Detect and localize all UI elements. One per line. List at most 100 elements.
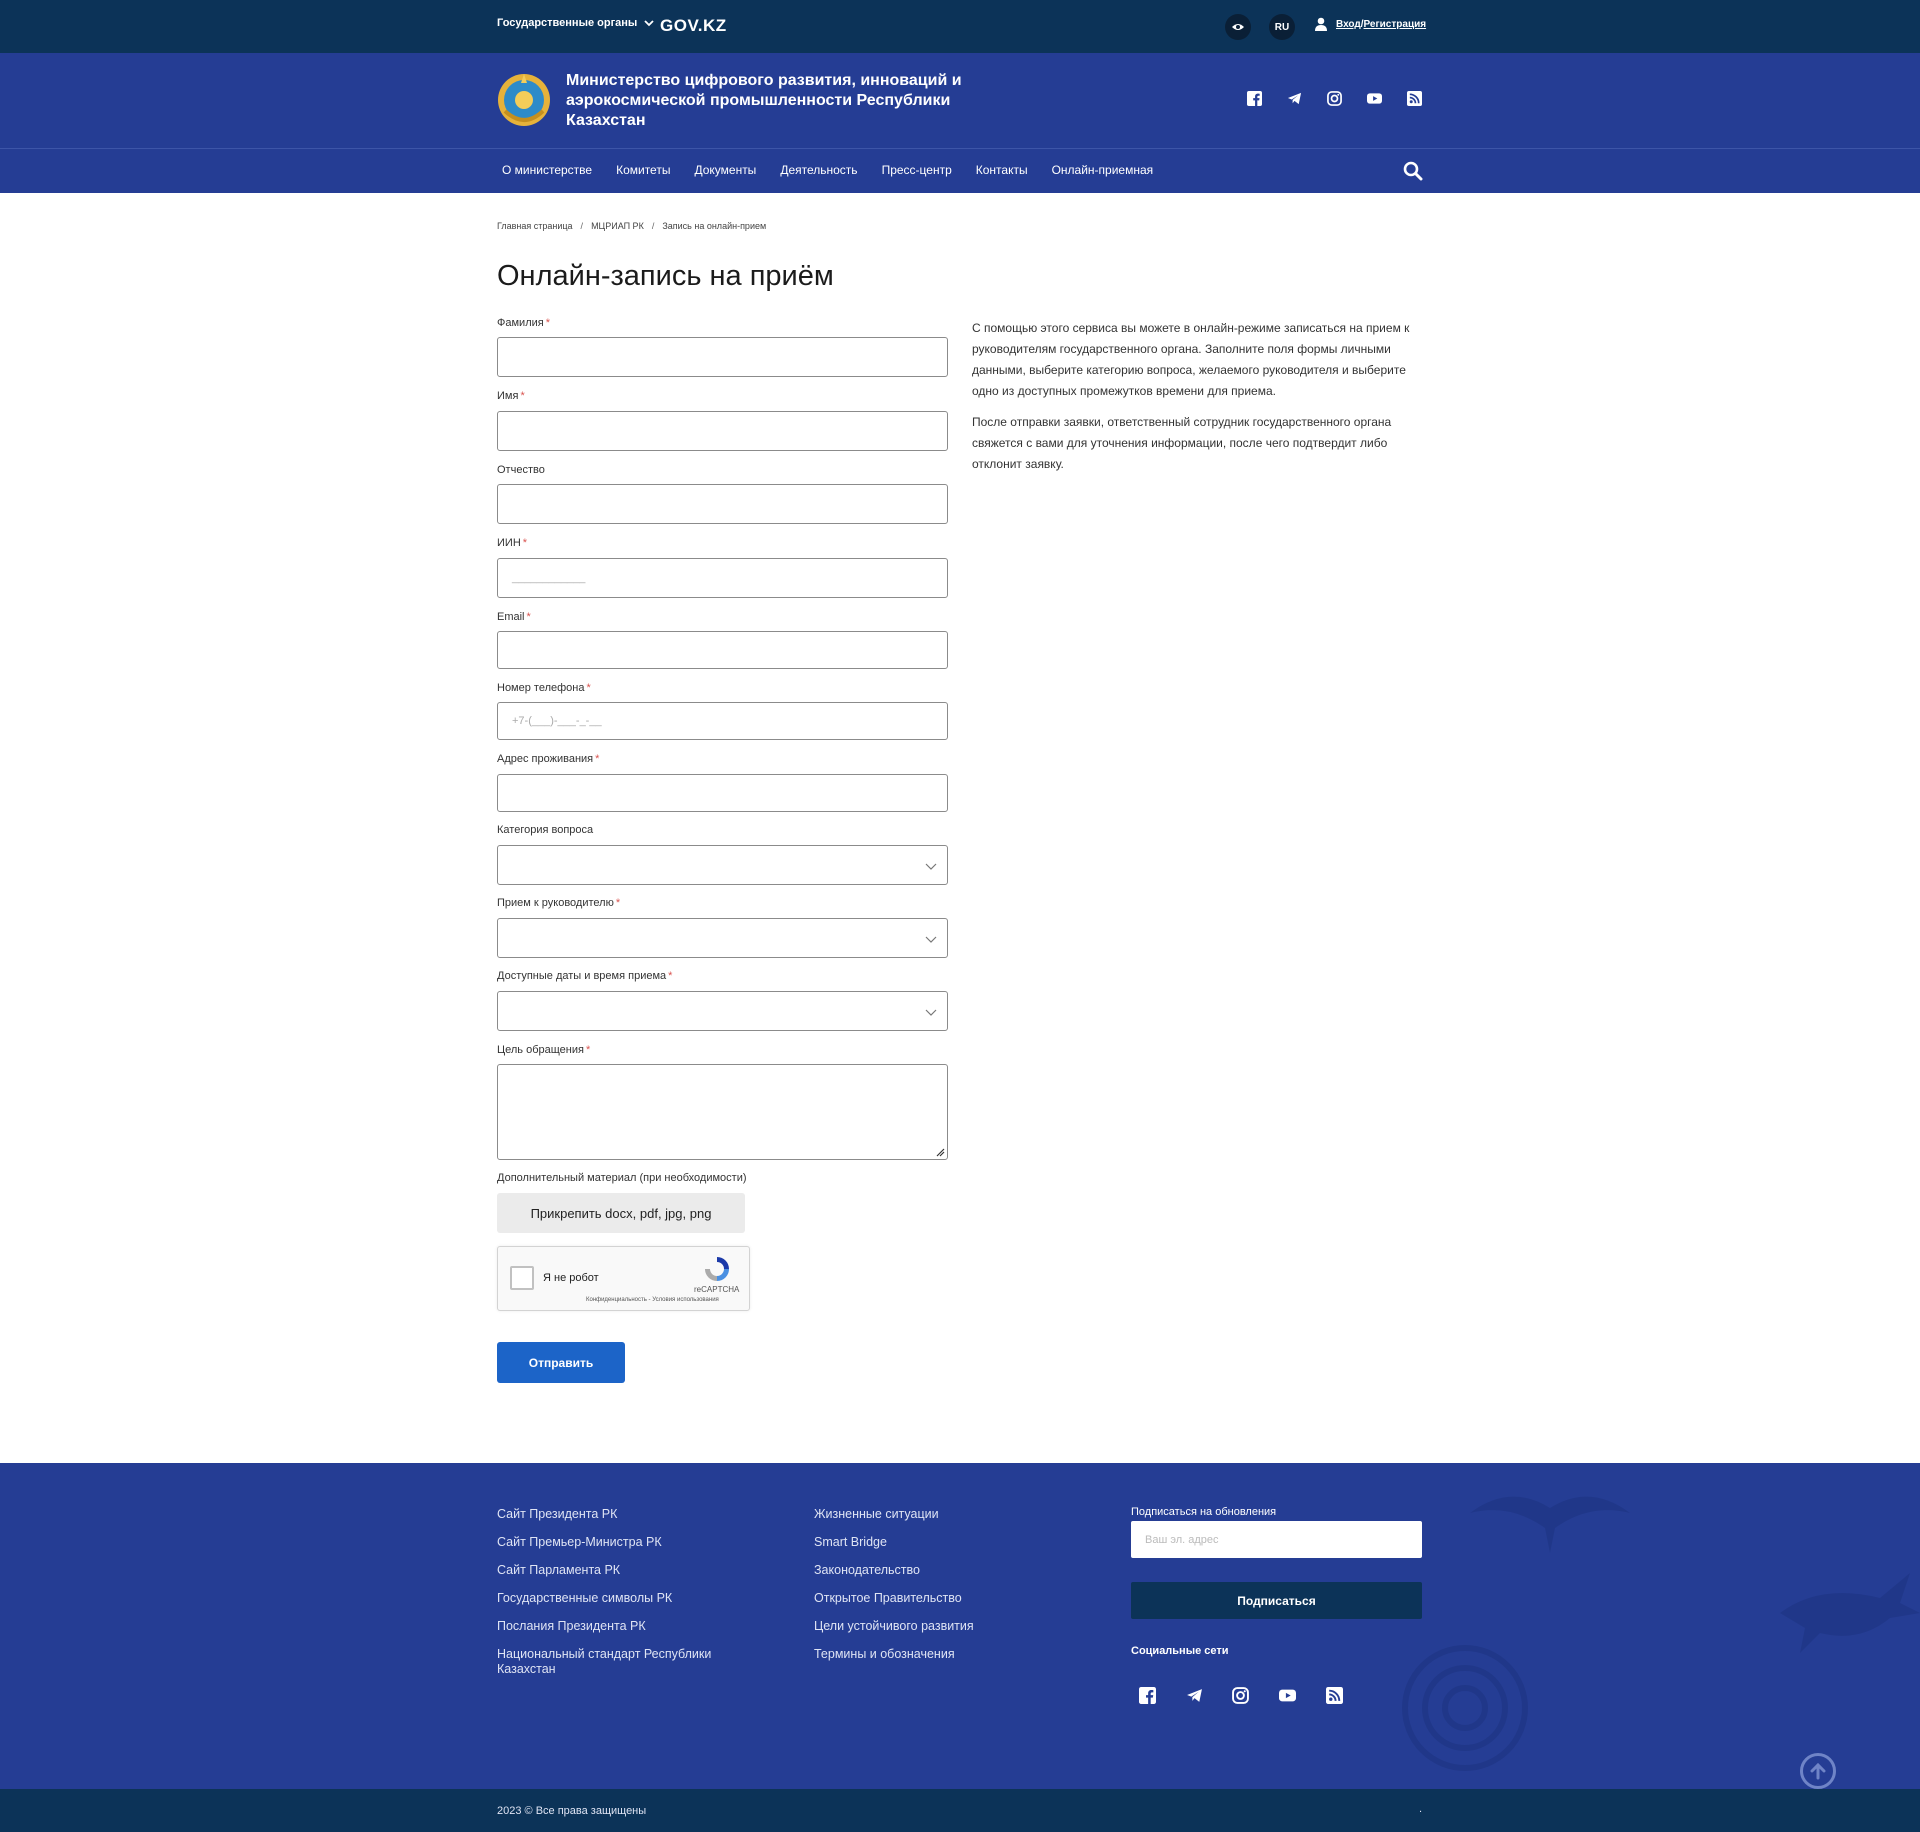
breadcrumb-home[interactable]: Главная страница (497, 221, 573, 231)
footer-link[interactable]: Smart Bridge (814, 1535, 1094, 1550)
attach-file-button[interactable]: Прикрепить docx, pdf, jpg, png (497, 1193, 745, 1233)
language-button[interactable]: RU (1269, 14, 1295, 40)
scroll-to-top-button[interactable] (1800, 1753, 1836, 1789)
gov-organs-label: Государственные органы (497, 17, 638, 29)
nav-item-about[interactable]: О министерстве (502, 163, 592, 177)
email-input[interactable] (497, 631, 948, 669)
telegram-link[interactable] (1283, 87, 1305, 109)
footer-link[interactable]: Цели устойчивого развития (814, 1619, 1094, 1634)
info-text: С помощью этого сервиса вы можете в онла… (972, 318, 1422, 485)
submit-button[interactable]: Отправить (497, 1342, 625, 1383)
decor-bird-icon (1470, 1496, 1630, 1553)
address-input[interactable] (497, 774, 948, 812)
youtube-link[interactable] (1363, 87, 1385, 109)
surname-label: Фамилия * (497, 317, 550, 329)
footer-link[interactable]: Жизненные ситуации (814, 1507, 1094, 1522)
govkz-logo[interactable]: GOV.KZ (660, 16, 727, 36)
arrow-up-icon (1810, 1762, 1826, 1780)
telegram-icon (1287, 92, 1301, 104)
footer-link[interactable]: Открытое Правительство (814, 1591, 1094, 1606)
footer-link[interactable]: Сайт Премьер-Министра РК (497, 1535, 777, 1550)
rss-link[interactable] (1403, 87, 1425, 109)
nav-item-online-reception[interactable]: Онлайн-приемная (1052, 163, 1154, 177)
footer-telegram-link[interactable] (1183, 1684, 1205, 1706)
patronymic-input[interactable] (497, 484, 948, 524)
footer-col-1: Сайт Президента РК Сайт Премьер-Министра… (497, 1507, 777, 1690)
email-label: Email * (497, 611, 531, 623)
instagram-link[interactable] (1323, 87, 1345, 109)
leader-select[interactable] (497, 918, 948, 958)
accessibility-button[interactable] (1225, 14, 1251, 40)
phone-placeholder: +7-(___)-___-_-__ (512, 715, 602, 727)
patronymic-label: Отчество (497, 464, 545, 476)
resize-handle-icon[interactable] (935, 1147, 945, 1157)
ministry-name[interactable]: Министерство цифрового развития, инновац… (566, 71, 986, 131)
chevron-down-icon (925, 936, 937, 943)
rss-icon (1325, 1686, 1343, 1704)
footer-link[interactable]: Термины и обозначения (814, 1647, 1094, 1662)
address-label: Адрес проживания * (497, 753, 600, 765)
breadcrumb-current: Запись на онлайн-прием (662, 221, 767, 231)
chevron-down-icon (925, 863, 937, 870)
emblem-icon[interactable] (497, 71, 551, 129)
breadcrumb-separator: / (651, 221, 655, 231)
social-networks-label: Социальные сети (1131, 1645, 1229, 1657)
bottom-bar: 2023 © Все права защищены . (0, 1789, 1920, 1832)
login-link[interactable]: Вход (1336, 19, 1361, 30)
nav-item-activity[interactable]: Деятельность (780, 163, 857, 177)
iin-input[interactable]: ____________ (497, 558, 948, 598)
purpose-label: Цель обращения * (497, 1044, 591, 1056)
chevron-down-icon (644, 20, 654, 27)
dates-select[interactable] (497, 991, 948, 1031)
surname-input[interactable] (497, 337, 948, 377)
footer-rss-link[interactable] (1323, 1684, 1345, 1706)
category-label: Категория вопроса (497, 824, 594, 836)
recaptcha-checkbox[interactable] (510, 1266, 534, 1290)
nav-item-documents[interactable]: Документы (694, 163, 756, 177)
subscribe-label: Подписаться на обновления (1131, 1506, 1277, 1518)
bottom-dot: . (1419, 1803, 1423, 1815)
breadcrumb: Главная страница / МЦРИАП РК / Запись на… (497, 221, 766, 231)
iin-placeholder: ____________ (512, 572, 586, 584)
footer-link[interactable]: Национальный стандарт Республики Казахст… (497, 1647, 742, 1677)
decor-spiral-icon (1402, 1645, 1528, 1771)
register-link[interactable]: Регистрация (1364, 19, 1427, 30)
dates-label: Доступные даты и время приема * (497, 970, 673, 982)
copyright: 2023 © Все права защищены (497, 1805, 647, 1817)
top-bar: Государственные органы GOV.KZ RU Вход/Ре… (0, 0, 1920, 53)
recaptcha-links[interactable]: Конфиденциальность - Условия использован… (586, 1297, 719, 1303)
gov-organs-dropdown[interactable]: Государственные органы (497, 17, 655, 29)
facebook-link[interactable] (1243, 87, 1265, 109)
subscribe-email-input[interactable]: Ваш эл. адрес (1131, 1521, 1422, 1558)
category-select[interactable] (497, 845, 948, 885)
name-input[interactable] (497, 411, 948, 451)
search-icon[interactable] (1403, 161, 1423, 181)
login-area: Вход/Регистрация (1314, 17, 1426, 31)
name-label: Имя * (497, 390, 525, 402)
footer-link[interactable]: Послания Президента РК (497, 1619, 777, 1634)
page: Государственные органы GOV.KZ RU Вход/Ре… (0, 0, 1920, 1832)
chevron-down-icon (925, 1009, 937, 1016)
phone-label: Номер телефона * (497, 682, 591, 694)
purpose-textarea[interactable] (497, 1064, 948, 1160)
footer-facebook-link[interactable] (1136, 1684, 1158, 1706)
nav-item-contacts[interactable]: Контакты (976, 163, 1028, 177)
subscribe-button[interactable]: Подписаться (1131, 1582, 1422, 1619)
nav-item-press[interactable]: Пресс-центр (882, 163, 952, 177)
facebook-icon (1138, 1686, 1156, 1704)
info-paragraph: С помощью этого сервиса вы можете в онла… (972, 321, 1410, 398)
footer-youtube-link[interactable] (1276, 1684, 1298, 1706)
nav-item-committees[interactable]: Комитеты (616, 163, 670, 177)
leader-label: Прием к руководителю * (497, 897, 621, 909)
footer-link[interactable]: Сайт Президента РК (497, 1507, 777, 1522)
page-title: Онлайн-запись на приём (497, 260, 834, 292)
footer-col-2: Жизненные ситуации Smart Bridge Законода… (814, 1507, 1094, 1675)
phone-input[interactable]: +7-(___)-___-_-__ (497, 702, 948, 740)
footer-instagram-link[interactable] (1229, 1684, 1251, 1706)
footer-link[interactable]: Законодательство (814, 1563, 1094, 1578)
footer-link[interactable]: Сайт Парламента РК (497, 1563, 777, 1578)
breadcrumb-ministry[interactable]: МЦРИАП РК (591, 221, 644, 231)
footer-link[interactable]: Государственные символы РК (497, 1591, 777, 1606)
iin-label: ИИН * (497, 537, 528, 549)
subscribe-placeholder: Ваш эл. адрес (1145, 1533, 1219, 1546)
